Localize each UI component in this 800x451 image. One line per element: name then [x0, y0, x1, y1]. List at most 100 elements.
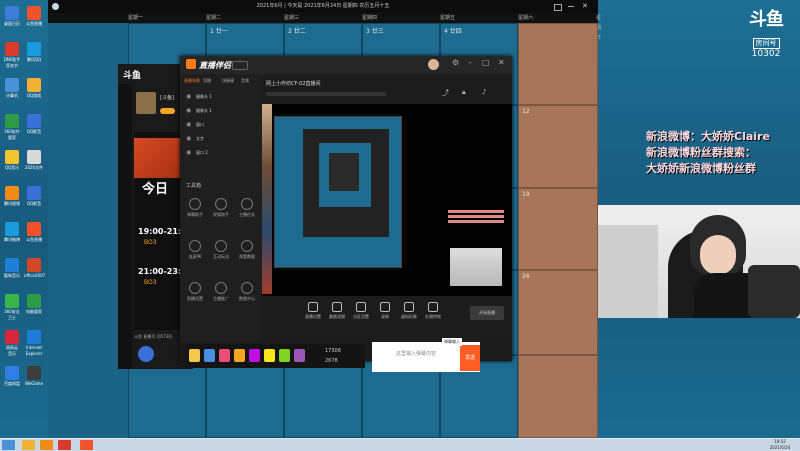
calendar-window-controls[interactable]: ✕ [554, 2, 594, 11]
app-icon [5, 258, 19, 272]
eye-icon[interactable]: ◉ [186, 135, 191, 142]
desktop-icon[interactable]: 桌面日历 [2, 6, 22, 27]
fan-group-line: 新浪微博粉丝群搜索： [646, 146, 756, 159]
restore-icon[interactable] [554, 4, 562, 11]
user-avatar[interactable] [428, 59, 439, 70]
tool-button[interactable]: 弹幕助手 [184, 198, 206, 218]
desktop-icon[interactable]: DNF助手 狂欢节 [2, 42, 22, 69]
day-number: 26 [522, 273, 530, 280]
taskbar-app-2[interactable] [40, 440, 53, 450]
maximize-icon[interactable]: □ [482, 58, 490, 67]
desktop-icon[interactable]: 计算机 [2, 78, 22, 99]
tool-button[interactable]: 连麦PK [184, 240, 206, 260]
preview-webcam [450, 248, 502, 286]
eye-icon[interactable]: ◉ [186, 149, 191, 156]
scene-item[interactable]: ◉ 摄像头 1 [186, 92, 256, 102]
eye-icon[interactable]: ◉ [186, 93, 191, 100]
minimize-icon[interactable] [568, 6, 574, 7]
share-icon[interactable]: ⤴ [442, 88, 449, 98]
scene-tab[interactable]: 音频 [241, 78, 249, 84]
eye-icon[interactable]: ◉ [186, 107, 191, 114]
toolbar-button[interactable]: 分区设置 [350, 302, 372, 320]
desktop-icon[interactable]: 腾讯QQ [24, 42, 44, 63]
desktop-icon[interactable]: 百度网盘 [2, 366, 22, 387]
desktop-icon[interactable]: 360安全 卫士 [2, 294, 22, 321]
desktop-icon[interactable]: 电脑管家 [24, 294, 44, 315]
desktop-icon[interactable]: Internet Explorer [24, 330, 44, 357]
scene-item[interactable]: ◉ 文字 [186, 134, 256, 144]
desktop-icon[interactable]: 网易云 音乐 [2, 330, 22, 357]
calendar-day-cell[interactable]: 26 [518, 270, 598, 355]
desktop-icon[interactable]: 腾讯微博 [2, 222, 22, 243]
taskbar-app-4[interactable] [80, 440, 93, 450]
lock-icon[interactable]: 🔒︎ [462, 88, 466, 97]
taskbar-clock[interactable]: 19:52 2021/6/24 [760, 439, 800, 451]
tool-button[interactable]: 视频助手 [210, 198, 232, 218]
gift-thumb[interactable] [204, 349, 215, 362]
toolbar-icon [428, 302, 438, 312]
desktop-icon[interactable]: 2020文件 [24, 150, 44, 171]
gift-thumb[interactable] [234, 349, 245, 362]
desktop-icon-label: Internet Explorer [25, 345, 43, 356]
toolbar-button[interactable]: 录制 [374, 302, 396, 320]
scene-item[interactable]: ◉ 窗口 2 [186, 148, 256, 158]
desktop-icon[interactable]: QQ影音 [24, 186, 44, 207]
desktop-icon[interactable]: 酷狗音乐 [2, 258, 22, 279]
gift-thumb[interactable] [189, 349, 200, 362]
close-icon[interactable]: ✕ [582, 2, 588, 10]
bell-icon[interactable]: ♪ [482, 88, 486, 96]
scene-tab[interactable]: 快捷键 [222, 78, 234, 84]
tool-button[interactable]: 直播设置 [184, 282, 206, 302]
tool-label: 直播设置 [187, 296, 203, 301]
scene-tab[interactable]: 直播场景 [184, 78, 200, 84]
follow-button[interactable] [160, 108, 175, 114]
tool-button[interactable]: 互动玩法 [210, 240, 232, 260]
gift-thumb[interactable] [249, 349, 260, 362]
desktop-icon[interactable]: office2007 [24, 258, 45, 279]
room-header: 网上小作坊CF-02直播间 ⤴ 🔒︎ ♪ [262, 74, 512, 104]
toolbar-button[interactable]: 礼物特效 [422, 302, 444, 320]
toolbar-button[interactable]: 虚拟形象 [398, 302, 420, 320]
close-icon[interactable]: ✕ [498, 58, 505, 67]
desktop-icon[interactable]: QQ影音 [24, 114, 44, 135]
app-icon [27, 330, 41, 344]
toolbar-icon [308, 302, 318, 312]
desktop-icon[interactable]: WeGame [24, 366, 44, 387]
toolbar-button[interactable]: 美颜滤镜 [326, 302, 348, 320]
taskbar-app-3[interactable] [58, 440, 71, 450]
desktop-icon[interactable]: QQ游戏 [24, 78, 44, 99]
desktop-icon[interactable]: 360软件 管家 [2, 114, 22, 141]
start-button[interactable] [2, 440, 15, 450]
calendar-day-cell[interactable] [518, 23, 598, 105]
calendar-day-cell[interactable]: 12 [518, 105, 598, 188]
toolbar-button[interactable]: 直播设置 [302, 302, 324, 320]
gift-thumb[interactable] [264, 349, 275, 362]
gift-thumb[interactable] [294, 349, 305, 362]
desktop-icon[interactable]: 斗鱼直播 [24, 222, 44, 243]
start-live-button[interactable]: 开始直播 [470, 306, 504, 320]
tool-button[interactable]: 主播推广 [210, 282, 232, 302]
desktop-icon[interactable]: 斗鱼直播 [24, 6, 44, 27]
tool-button[interactable]: 主播任务 [236, 198, 258, 218]
gift-thumb[interactable] [219, 349, 230, 362]
tool-button[interactable]: 数据中心 [236, 282, 258, 302]
tool-button[interactable]: 观看数据 [236, 240, 258, 260]
scene-item[interactable]: ◉ 窗口 [186, 120, 256, 130]
gift-icon[interactable] [138, 346, 154, 362]
scene-tab[interactable]: 导播 [203, 78, 211, 84]
gift-thumb[interactable] [279, 349, 290, 362]
calendar-day-cell[interactable] [518, 355, 598, 438]
anchor-avatar[interactable] [136, 92, 156, 114]
eye-icon[interactable]: ◉ [186, 121, 191, 128]
send-button[interactable]: 发送 [460, 345, 480, 371]
calendar-day-cell[interactable]: 19 [518, 188, 598, 270]
minimize-icon[interactable]: – [468, 58, 472, 67]
settings-icon[interactable]: ⚙ [452, 58, 459, 67]
douyu-side-nav[interactable] [118, 84, 132, 369]
scene-item[interactable]: ◉ 摄像头 1 [186, 106, 256, 116]
desktop-icon[interactable]: 腾讯视频 [2, 186, 22, 207]
toolbar-label: 分区设置 [353, 314, 369, 319]
taskbar-app-1[interactable] [22, 440, 35, 450]
desktop-icon-label: 百度网盘 [4, 381, 20, 386]
desktop-icon[interactable]: QQ音乐 [2, 150, 22, 171]
